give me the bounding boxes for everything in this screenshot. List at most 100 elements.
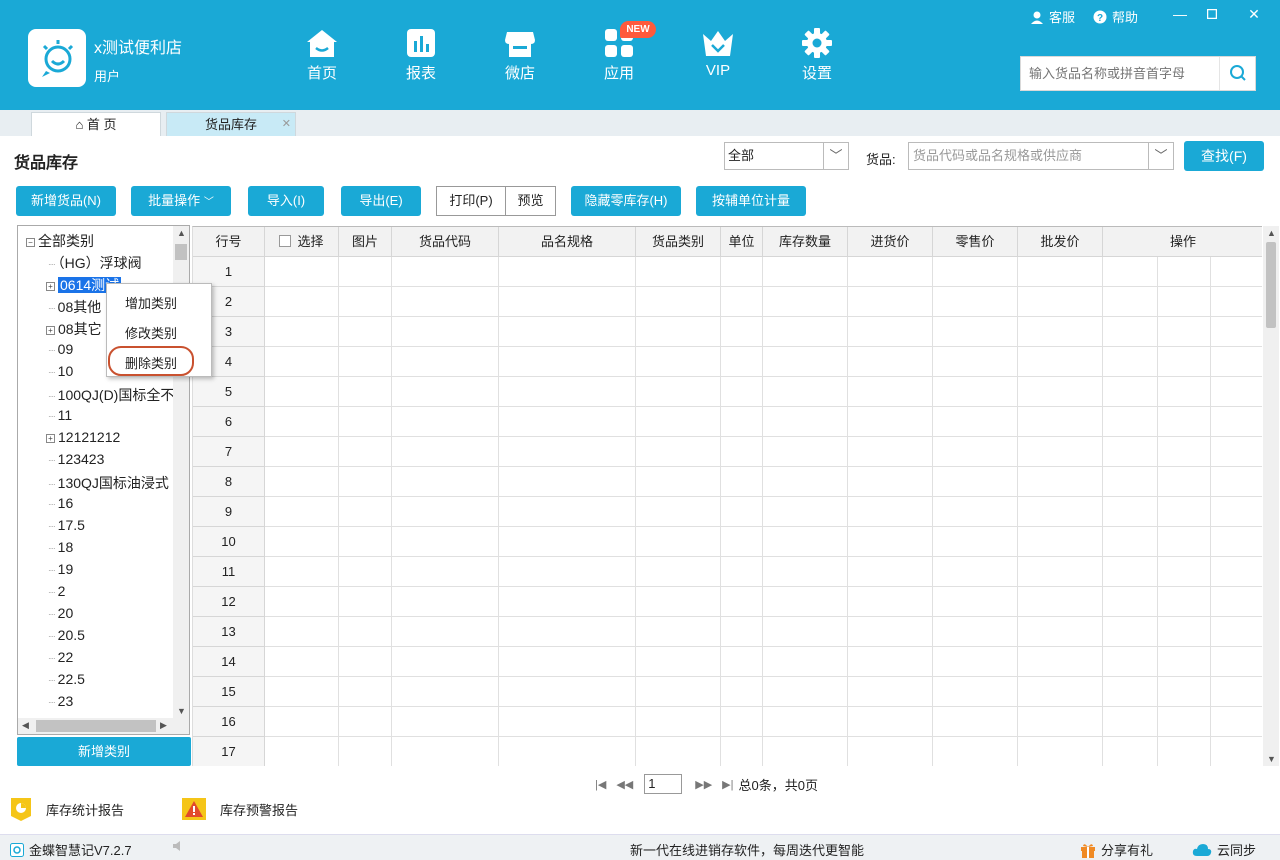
export-button[interactable]: 导出(E)	[341, 186, 421, 216]
table-cell[interactable]	[1158, 407, 1211, 437]
table-cell[interactable]	[933, 257, 1018, 287]
table-cell[interactable]	[848, 437, 933, 467]
page-number-input[interactable]: 1	[644, 774, 683, 794]
table-cell[interactable]	[636, 707, 721, 737]
column-header[interactable]: 库存数量	[763, 227, 848, 257]
table-cell[interactable]	[499, 557, 636, 587]
table-cell[interactable]	[1018, 407, 1103, 437]
table-cell[interactable]	[636, 287, 721, 317]
scroll-down-icon[interactable]: ▼	[177, 706, 186, 716]
table-cell[interactable]	[1103, 647, 1158, 677]
table-cell[interactable]	[339, 347, 392, 377]
tree-item[interactable]: ···· 22	[48, 649, 73, 665]
table-cell[interactable]	[848, 497, 933, 527]
table-cell[interactable]	[848, 587, 933, 617]
add-goods-button[interactable]: 新增货品(N)	[16, 186, 116, 216]
table-cell[interactable]	[339, 407, 392, 437]
table-cell[interactable]	[848, 557, 933, 587]
tree-root[interactable]: − 全部类别	[26, 231, 94, 251]
table-cell[interactable]	[339, 467, 392, 497]
tree-horizontal-scrollbar[interactable]: ◀ ▶	[18, 718, 189, 734]
tree-item[interactable]: ···· 130QJ国标油浸式	[48, 473, 169, 493]
collapse-icon[interactable]: −	[26, 237, 35, 247]
table-cell[interactable]	[721, 497, 763, 527]
batch-ops-button[interactable]: 批量操作 ﹀	[131, 186, 231, 216]
table-cell[interactable]	[1103, 347, 1158, 377]
table-cell[interactable]	[392, 707, 499, 737]
table-cell[interactable]	[763, 617, 848, 647]
close-window-button[interactable]: ✕	[1244, 6, 1264, 23]
scroll-up-icon[interactable]: ▲	[177, 228, 186, 238]
table-cell[interactable]	[933, 317, 1018, 347]
table-cell[interactable]	[636, 617, 721, 647]
add-category-button[interactable]: 新增类别	[17, 737, 191, 766]
table-cell[interactable]	[763, 677, 848, 707]
tab-goods-stock[interactable]: 货品库存 ✕	[166, 112, 296, 136]
scroll-down-icon[interactable]: ▼	[1267, 754, 1276, 764]
table-cell[interactable]	[1211, 497, 1262, 527]
scroll-right-icon[interactable]: ▶	[160, 720, 167, 731]
table-cell[interactable]	[339, 317, 392, 347]
tree-item[interactable]: +12121212	[46, 429, 120, 445]
next-page-icon[interactable]: ▶▶	[695, 778, 712, 791]
tree-item[interactable]: ···· 08其他	[48, 297, 101, 317]
table-cell[interactable]	[636, 257, 721, 287]
column-header[interactable]: 批发价	[1018, 227, 1103, 257]
table-cell[interactable]	[1158, 317, 1211, 347]
table-cell[interactable]	[1103, 467, 1158, 497]
table-cell[interactable]	[848, 377, 933, 407]
table-cell[interactable]	[1103, 407, 1158, 437]
aux-unit-button[interactable]: 按辅单位计量	[696, 186, 806, 216]
table-cell[interactable]	[1211, 587, 1262, 617]
table-cell[interactable]	[339, 647, 392, 677]
hide-zero-stock-button[interactable]: 隐藏零库存(H)	[571, 186, 681, 216]
table-cell[interactable]	[933, 287, 1018, 317]
tree-item[interactable]: ···· （HG）浮球阀	[48, 253, 142, 273]
table-cell[interactable]	[848, 527, 933, 557]
table-cell[interactable]	[1158, 527, 1211, 557]
table-cell[interactable]	[1103, 257, 1158, 287]
table-cell[interactable]	[392, 287, 499, 317]
table-cell[interactable]	[392, 437, 499, 467]
maximize-button[interactable]	[1202, 6, 1222, 22]
table-cell[interactable]	[1103, 557, 1158, 587]
stock-stats-report[interactable]: 库存统计报告	[8, 796, 124, 822]
table-cell[interactable]	[1211, 287, 1262, 317]
table-cell[interactable]	[636, 377, 721, 407]
table-cell[interactable]	[392, 587, 499, 617]
table-cell[interactable]	[721, 707, 763, 737]
table-cell[interactable]	[763, 497, 848, 527]
table-cell[interactable]	[636, 677, 721, 707]
table-cell[interactable]	[339, 707, 392, 737]
table-cell[interactable]	[499, 377, 636, 407]
table-cell[interactable]	[1211, 407, 1262, 437]
table-cell[interactable]	[763, 317, 848, 347]
menu-add-category[interactable]: 增加类别	[125, 293, 177, 312]
stock-warning-report[interactable]: 库存预警报告	[180, 796, 298, 822]
column-header[interactable]: 零售价	[933, 227, 1018, 257]
table-cell[interactable]	[339, 527, 392, 557]
table-cell[interactable]	[392, 557, 499, 587]
table-cell[interactable]	[1018, 587, 1103, 617]
nav-shop[interactable]: 微店	[490, 28, 550, 83]
table-cell[interactable]	[1158, 737, 1211, 766]
table-cell[interactable]	[265, 287, 339, 317]
tree-item[interactable]: ···· 2	[48, 583, 65, 599]
table-cell[interactable]	[1018, 347, 1103, 377]
table-cell[interactable]	[339, 617, 392, 647]
column-header[interactable]: 行号	[193, 227, 265, 257]
table-cell[interactable]	[848, 407, 933, 437]
table-vertical-scrollbar[interactable]: ▲ ▼	[1263, 226, 1279, 766]
category-filter-select[interactable]: 全部 ﹀	[724, 142, 849, 170]
table-cell[interactable]	[392, 377, 499, 407]
table-cell[interactable]	[848, 287, 933, 317]
table-cell[interactable]	[1018, 707, 1103, 737]
table-cell[interactable]	[933, 437, 1018, 467]
nav-report[interactable]: 报表	[391, 28, 451, 83]
table-cell[interactable]	[339, 287, 392, 317]
table-cell[interactable]	[933, 497, 1018, 527]
table-cell[interactable]	[392, 317, 499, 347]
table-cell[interactable]	[721, 467, 763, 497]
table-cell[interactable]	[721, 737, 763, 766]
table-cell[interactable]	[1018, 377, 1103, 407]
